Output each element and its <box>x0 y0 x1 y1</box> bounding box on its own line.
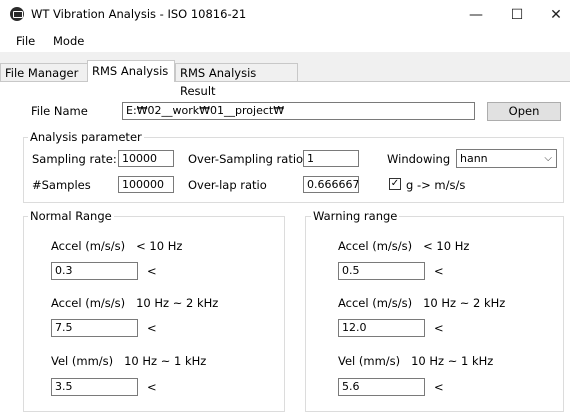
warning-vel-label: Vel (mm/s) 10 Hz ~ 1 kHz <box>338 354 494 368</box>
open-button[interactable]: Open <box>487 102 561 121</box>
samples-input[interactable]: 100000 <box>118 176 174 193</box>
tab-rms-analysis[interactable]: RMS Analysis <box>87 60 175 82</box>
tab-file-manager[interactable]: File Manager <box>0 63 88 81</box>
file-name-label: File Name <box>31 104 88 118</box>
warning-vel-input[interactable]: 5.6 <box>338 378 425 396</box>
normal-accel-mid-input[interactable]: 7.5 <box>51 319 138 337</box>
minimize-button[interactable]: — <box>463 4 489 26</box>
normal-accel-mid-label: Accel (m/s/s) 10 Hz ~ 2 kHz <box>51 296 219 310</box>
file-name-input[interactable]: E:₩02__work₩01__project₩ <box>122 102 475 120</box>
window-title: WT Vibration Analysis - ISO 10816-21 <box>31 7 247 21</box>
maximize-button[interactable]: ☐ <box>504 4 530 26</box>
normal-accel-low-lt: < <box>147 264 157 278</box>
warning-accel-mid-lt: < <box>434 321 444 335</box>
normal-accel-low-label: Accel (m/s/s) < 10 Hz <box>51 239 183 253</box>
normal-accel-mid-lt: < <box>147 321 157 335</box>
normal-vel-input[interactable]: 3.5 <box>51 378 138 396</box>
tab-rms-analysis-result[interactable]: RMS Analysis Result <box>175 63 298 98</box>
warning-vel-lt: < <box>434 380 444 394</box>
menu-bar <box>0 30 570 52</box>
analysis-parameter-legend: Analysis parameter <box>28 130 144 144</box>
windowing-select-value: hann <box>460 152 488 165</box>
normal-range-legend: Normal Range <box>28 209 114 223</box>
warning-range-legend: Warning range <box>311 209 400 223</box>
g-conversion-checkbox[interactable]: ✓ <box>389 178 401 190</box>
samples-label: #Samples <box>32 178 91 192</box>
windowing-label: Windowing <box>387 152 451 166</box>
normal-accel-low-input[interactable]: 0.3 <box>51 262 138 280</box>
overlap-ratio-input[interactable]: 0.666667 <box>303 176 359 193</box>
warning-accel-low-label: Accel (m/s/s) < 10 Hz <box>338 239 470 253</box>
chevron-down-icon: ⌵ <box>544 153 552 164</box>
close-button[interactable]: ✕ <box>543 4 569 26</box>
menu-mode[interactable]: Mode <box>53 34 84 48</box>
overlap-ratio-label: Over-lap ratio <box>188 178 267 192</box>
warning-accel-low-lt: < <box>434 264 444 278</box>
normal-vel-label: Vel (mm/s) 10 Hz ~ 1 kHz <box>51 354 207 368</box>
app-icon <box>10 7 24 21</box>
windowing-select[interactable]: hann ⌵ <box>456 149 557 168</box>
warning-accel-low-input[interactable]: 0.5 <box>338 262 425 280</box>
warning-accel-mid-input[interactable]: 12.0 <box>338 319 425 337</box>
oversampling-ratio-input[interactable]: 1 <box>303 150 359 167</box>
g-conversion-label: g -> m/s/s <box>406 178 466 192</box>
oversampling-ratio-label: Over-Sampling ratio <box>188 152 304 166</box>
menu-file[interactable]: File <box>16 34 35 48</box>
warning-accel-mid-label: Accel (m/s/s) 10 Hz ~ 2 kHz <box>338 296 506 310</box>
sampling-rate-input[interactable]: 10000 <box>118 150 174 167</box>
sampling-rate-label: Sampling rate: <box>32 152 117 166</box>
analysis-parameter-group <box>23 137 564 203</box>
normal-vel-lt: < <box>147 380 157 394</box>
